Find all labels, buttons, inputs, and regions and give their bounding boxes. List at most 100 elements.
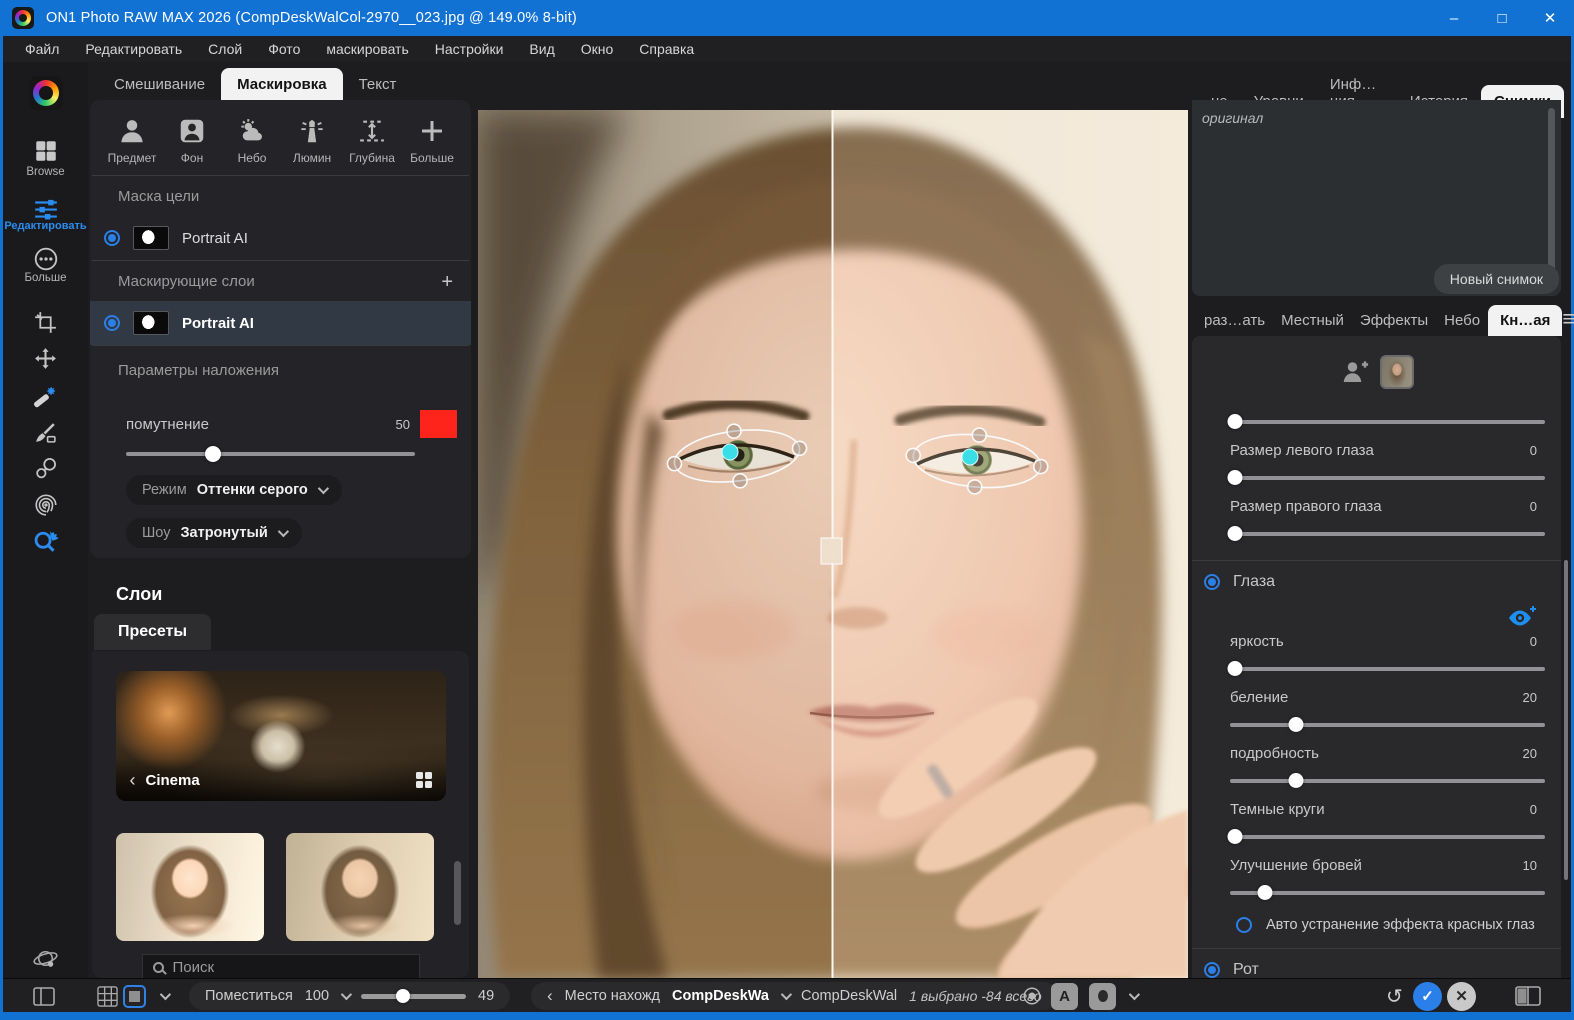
menu-layer[interactable]: Слой [196, 41, 254, 57]
redeye-checkbox-row[interactable]: Авто устранение эффекта красных глаз [1236, 917, 1561, 933]
menu-edit[interactable]: Редактировать [73, 41, 194, 57]
right-panel-scrollbar[interactable] [1564, 560, 1568, 880]
zoom-slider[interactable] [361, 990, 466, 1002]
single-view-icon[interactable] [123, 979, 146, 1013]
show-dropdown[interactable]: Шоу Затронутый [126, 518, 302, 548]
mask-view-a-button[interactable]: A [1051, 979, 1078, 1013]
slider-whitening[interactable] [1230, 717, 1545, 732]
panel-toggle-icon[interactable] [33, 979, 55, 1013]
menu-window[interactable]: Окно [569, 41, 626, 57]
cancel-button[interactable]: ✕ [1447, 979, 1476, 1013]
view-mode-chevron-icon[interactable] [160, 979, 168, 1013]
slider-thumb[interactable] [1289, 717, 1304, 732]
orbit-3d-icon[interactable] [3, 945, 88, 972]
preview-eye-icon[interactable] [1022, 979, 1042, 1013]
opacity-slider-thumb[interactable] [205, 446, 221, 462]
edit-module-icon[interactable] [3, 196, 88, 222]
brush-mask-tool-icon[interactable] [3, 420, 88, 445]
slider-face[interactable] [1230, 414, 1545, 429]
slider-detail[interactable] [1230, 773, 1545, 788]
edit-module-label[interactable]: Редактировать [3, 220, 88, 232]
zoom-chevron-icon[interactable] [341, 989, 352, 1000]
mask-view-chevron-icon[interactable] [1129, 979, 1137, 1013]
location-secondary[interactable]: CompDeskWal [801, 988, 897, 1004]
photo-canvas[interactable] [478, 110, 1188, 978]
minimize-button[interactable]: – [1430, 0, 1478, 36]
back-icon[interactable]: ‹ [547, 986, 553, 1006]
new-snapshot-button[interactable]: Новый снимок [1434, 264, 1559, 294]
mode-dropdown[interactable]: Режим Оттенки серого [126, 475, 342, 505]
menu-help[interactable]: Справка [627, 41, 706, 57]
search-input[interactable] [173, 959, 393, 976]
tab-blending[interactable]: Смешивание [98, 68, 221, 101]
filmstrip-grid-icon[interactable] [97, 979, 118, 1013]
presets-scrollbar[interactable] [454, 861, 461, 925]
slider-dark-circles[interactable] [1230, 829, 1545, 844]
mask-tool-subject[interactable]: Предмет [102, 116, 162, 165]
move-tool-icon[interactable] [3, 346, 88, 371]
add-face-icon[interactable] [1340, 357, 1370, 387]
tab-develop[interactable]: раз…ать [1196, 305, 1273, 336]
fit-label[interactable]: Поместиться [205, 988, 293, 1004]
mask-tool-sky[interactable]: Небо [222, 116, 282, 165]
preset-category-cinema[interactable]: ‹ Cinema [116, 671, 446, 801]
slider-thumb[interactable] [1227, 414, 1242, 429]
slider-thumb[interactable] [1227, 526, 1242, 541]
location-chevron-icon[interactable] [781, 989, 792, 1000]
maximize-button[interactable]: □ [1478, 0, 1526, 36]
zoom-hand-tool-icon[interactable] [3, 528, 88, 556]
face-thumbnail[interactable] [1380, 355, 1414, 389]
menu-photo[interactable]: Фото [256, 41, 312, 57]
compare-view-icon[interactable] [1515, 979, 1541, 1013]
preset-thumbnail[interactable] [286, 833, 434, 941]
mask-view-overlay-button[interactable] [1089, 979, 1116, 1013]
tab-local[interactable]: Местный [1273, 305, 1352, 336]
slider-thumb[interactable] [1289, 773, 1304, 788]
back-icon[interactable]: ‹ [130, 770, 136, 791]
opacity-slider[interactable] [126, 446, 415, 462]
eyes-section-header[interactable]: Глаза [1192, 561, 1561, 601]
mask-tool-more[interactable]: Больше [402, 116, 462, 165]
tab-masking[interactable]: Маскировка [221, 68, 343, 101]
add-mask-layer-button[interactable]: + [441, 275, 453, 289]
slider-right-eye-size[interactable] [1230, 526, 1545, 541]
grid-view-icon[interactable] [416, 772, 432, 788]
panel-menu-icon[interactable]: ≡ [1562, 306, 1574, 336]
slider-thumb[interactable] [1227, 661, 1242, 676]
slider-thumb[interactable] [1227, 470, 1242, 485]
menu-settings[interactable]: Настройки [423, 41, 516, 57]
preset-thumbnail[interactable] [116, 833, 264, 941]
refine-circles-tool-icon[interactable] [3, 456, 88, 481]
snapshot-original[interactable]: оригинал [1202, 110, 1263, 126]
apply-button[interactable]: ✓ [1413, 979, 1442, 1013]
target-mask-row[interactable]: Portrait AI [90, 216, 471, 260]
tab-portrait[interactable]: Кн…ая [1488, 305, 1562, 336]
zoom-slider-thumb[interactable] [396, 989, 410, 1003]
target-mask-radio[interactable] [104, 230, 120, 246]
mask-layer-row[interactable]: Portrait AI [90, 301, 471, 345]
magic-wand-tool-icon[interactable] [3, 382, 88, 409]
presets-tab[interactable]: Пресеты [94, 614, 211, 650]
menu-view[interactable]: Вид [517, 41, 566, 57]
zoom-value[interactable]: 100 [305, 988, 329, 1004]
slider-eyebrows[interactable] [1230, 885, 1545, 900]
snapshots-scrollbar[interactable] [1548, 108, 1555, 286]
slider-thumb[interactable] [1227, 829, 1242, 844]
tab-text[interactable]: Текст [343, 68, 413, 101]
mask-tool-depth[interactable]: Глубина [342, 116, 402, 165]
crop-tool-icon[interactable] [3, 310, 88, 335]
browse-label[interactable]: Browse [3, 166, 88, 178]
close-button[interactable]: ✕ [1526, 0, 1574, 36]
redeye-checkbox[interactable] [1236, 917, 1252, 933]
mouth-section-header[interactable]: Рот [1192, 949, 1561, 978]
location-primary[interactable]: CompDeskWa [672, 988, 769, 1004]
slider-thumb[interactable] [1257, 885, 1272, 900]
tab-sky[interactable]: Небо [1436, 305, 1488, 336]
reset-undo-icon[interactable]: ↺ [1386, 979, 1403, 1013]
eye-plus-icon[interactable] [1507, 605, 1537, 629]
mouth-section-radio[interactable] [1204, 962, 1220, 978]
mask-color-swatch[interactable] [420, 410, 457, 438]
menu-mask[interactable]: маскировать [314, 41, 420, 57]
more-module-label[interactable]: Больше [3, 272, 88, 284]
menu-file[interactable]: Файл [13, 41, 71, 57]
